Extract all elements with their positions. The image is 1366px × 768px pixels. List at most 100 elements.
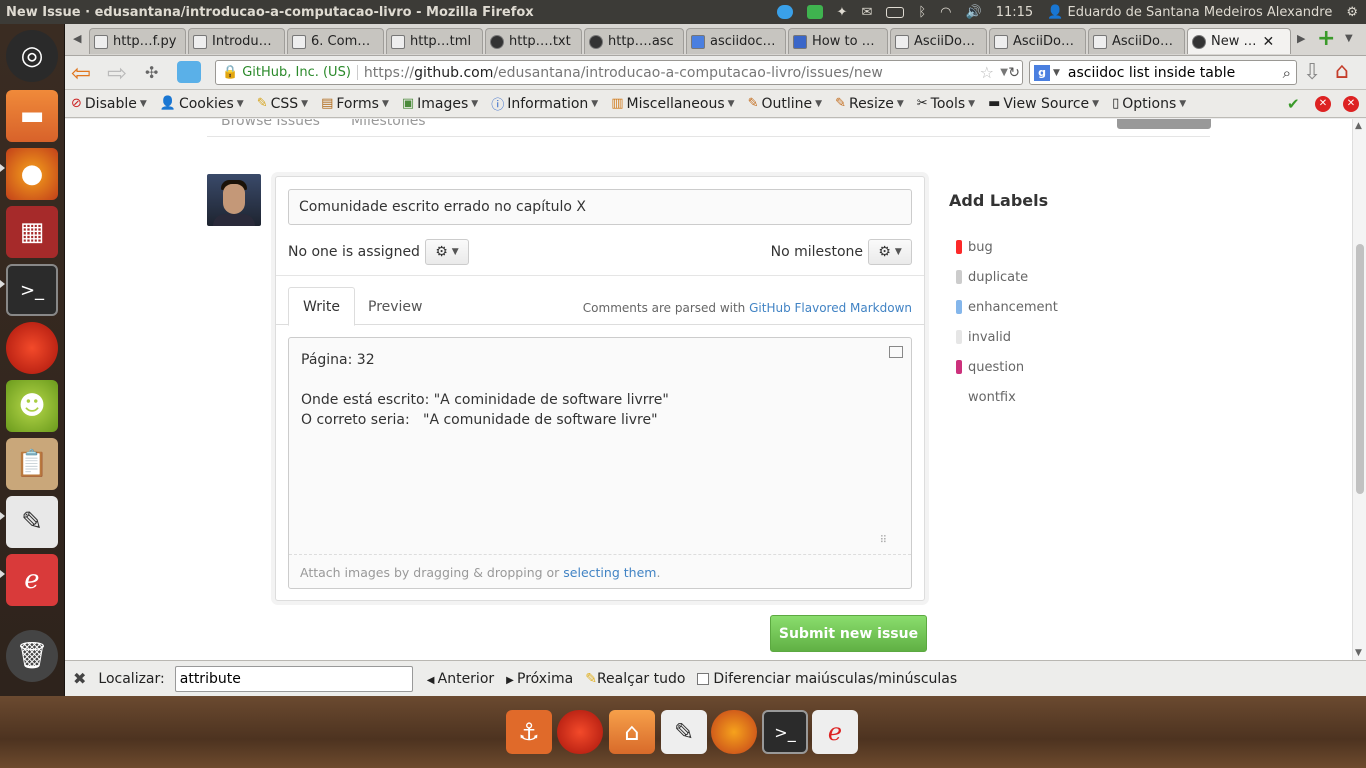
view-source-menu[interactable]: ▬ View Source ▼ [988,96,1099,112]
css-menu[interactable]: ✎ CSS ▼ [257,96,308,112]
label-duplicate[interactable]: duplicate [949,262,1058,292]
text-editor-icon[interactable]: ✎ [6,496,58,548]
scroll-up-icon[interactable]: ▲ [1355,121,1362,131]
match-case-option[interactable]: Diferenciar maiúsculas/minúsculas [697,671,957,687]
images-menu[interactable]: ▣ Images ▼ [402,96,478,112]
submit-new-issue-button[interactable]: Submit new issue [770,615,927,652]
miscellaneous-menu[interactable]: ▥ Miscellaneous ▼ [611,96,734,112]
tab-4[interactable]: http…tml [386,28,483,54]
url-bar[interactable]: 🔒 GitHub, Inc. (US) https://github.com/ed… [215,60,1023,85]
user-menu[interactable]: 👤 Eduardo de Santana Medeiros Alexandre [1047,5,1332,20]
ebook-reader-icon[interactable]: ℯ [6,554,58,606]
tomato-icon[interactable] [557,710,603,754]
fullscreen-icon[interactable] [889,346,903,358]
error-icon[interactable]: ✕ [1315,95,1331,112]
match-case-checkbox[interactable] [697,672,710,685]
anchor-icon[interactable]: ⚓ [506,710,552,754]
battery-icon[interactable] [886,6,905,18]
select-files-link[interactable]: selecting them [563,565,656,580]
find-previous-button[interactable]: ◀ Anterior [427,671,494,687]
find-next-button[interactable]: ▶ Próxima [506,671,573,687]
bookmark-star-icon[interactable]: ☆ [980,63,994,82]
tab-5[interactable]: http….txt [485,28,582,54]
resize-grip-icon[interactable]: ⠿ [880,535,887,546]
find-input[interactable] [174,665,413,692]
tab-8[interactable]: How to … [788,28,888,54]
clock[interactable]: 11:15 [996,5,1033,20]
trash-icon[interactable]: 🗑 [6,630,58,682]
highlight-all-button[interactable]: ✎Realçar tudo [585,671,685,687]
tab-7[interactable]: asciidoc… [686,28,786,54]
label-invalid[interactable]: invalid [949,322,1058,352]
resize-menu[interactable]: ✎ Resize ▼ [835,96,904,112]
volume-icon[interactable]: 🔊 [966,5,982,20]
markdown-link[interactable]: GitHub Flavored Markdown [749,301,912,315]
validate-check-icon[interactable]: ✔ [1287,95,1300,113]
tab-write[interactable]: Write [288,287,355,326]
milestones-tab[interactable]: Milestones [351,119,426,129]
cloud-icon[interactable] [776,5,793,19]
tab-active[interactable]: New … ✕ [1187,28,1291,54]
tab-3[interactable]: 6. Com… [287,28,384,54]
monster-icon[interactable]: ☻ [6,380,58,432]
cookies-menu[interactable]: 👤 Cookies ▼ [160,96,244,112]
clipboard-icon[interactable]: 📋 [6,438,58,490]
google-search-engine-icon[interactable]: g [1034,64,1050,81]
download-arrow-icon[interactable]: ⇩ [1303,60,1321,85]
issue-title-input[interactable]: Comunidade escrito errado no capítulo X [288,189,912,225]
tools-menu[interactable]: ✂ Tools ▼ [917,96,975,112]
tab-6[interactable]: http….asc [584,28,684,54]
settings-gear-icon[interactable]: ⚙ [1346,5,1358,20]
engine-dropdown-icon[interactable]: ▼ [1053,68,1060,78]
label-bug[interactable]: bug [949,232,1058,262]
tab-11[interactable]: AsciiDo… [1088,28,1185,54]
browse-issues-tab[interactable]: Browse Issues [221,119,320,129]
search-icon[interactable]: ⌕ [1283,64,1291,82]
outline-menu[interactable]: ✎ Outline ▼ [748,96,822,112]
tab-preview[interactable]: Preview [354,287,437,326]
tab-10[interactable]: AsciiDo… [989,28,1086,54]
new-issue-button[interactable] [1117,119,1211,129]
site-identity[interactable]: 🔒 GitHub, Inc. (US) [216,65,358,80]
tab-scroll-right-icon[interactable]: ▶ [1297,32,1305,45]
close-toolbar-icon[interactable]: ✕ [1343,95,1359,112]
back-arrow-icon[interactable]: ⇦ [71,59,91,87]
assignee-gear-button[interactable]: ⚙ ▼ [424,239,469,265]
firefox-icon[interactable] [711,710,757,754]
mail-icon[interactable]: ✉ [861,5,872,20]
text-editor-icon[interactable]: ✎ [661,710,707,754]
system-monitor-icon[interactable]: ▦ [6,206,58,258]
extension-icon[interactable]: ✣ [145,63,158,82]
url-text[interactable]: https://github.com/edusantana/introducao… [364,65,883,81]
milestone-gear-button[interactable]: ⚙ ▼ [868,239,912,265]
search-bar[interactable]: g ▼ asciidoc list inside table ⌕ [1029,60,1297,85]
firefox-icon[interactable]: ● [6,148,58,200]
label-wontfix[interactable]: wontfix [949,382,1058,412]
dropbox-icon[interactable]: ✦ [837,5,848,20]
tomato-icon[interactable] [6,322,58,374]
new-tab-icon[interactable]: + [1317,26,1335,51]
issue-body-textarea[interactable]: Página: 32 Onde está escrito: "A cominid… [288,337,912,589]
terminal-icon[interactable]: >_ [6,264,58,316]
files-folder-icon[interactable]: ▬ [6,90,58,142]
tab-2[interactable]: Introdu… [188,28,285,54]
vertical-scrollbar[interactable]: ▲ ▼ [1352,119,1366,660]
tab-list-icon[interactable]: ▼ [1345,33,1353,44]
options-menu[interactable]: ▯ Options ▼ [1112,96,1186,112]
ebook-reader-icon[interactable]: ℯ [812,710,858,754]
addon-icon[interactable] [177,61,201,83]
terminal-icon[interactable]: >_ [762,710,808,754]
tab-scroll-left-icon[interactable]: ◀ [73,32,81,45]
close-find-icon[interactable]: ✖ [73,669,86,688]
scroll-down-icon[interactable]: ▼ [1355,648,1362,658]
information-menu[interactable]: ⓘ Information ▼ [491,94,598,114]
home-folder-icon[interactable]: ⌂ [609,710,655,754]
search-input[interactable]: asciidoc list inside table [1068,65,1235,81]
label-enhancement[interactable]: enhancement [949,292,1058,322]
tab-1[interactable]: http…f.py [89,28,186,54]
check-icon[interactable] [806,5,823,19]
url-dropdown-icon[interactable]: ▼ [1000,67,1008,78]
scrollbar-thumb[interactable] [1356,244,1364,494]
wifi-icon[interactable]: ◠ [940,5,951,20]
close-tab-icon[interactable]: ✕ [1263,34,1275,50]
